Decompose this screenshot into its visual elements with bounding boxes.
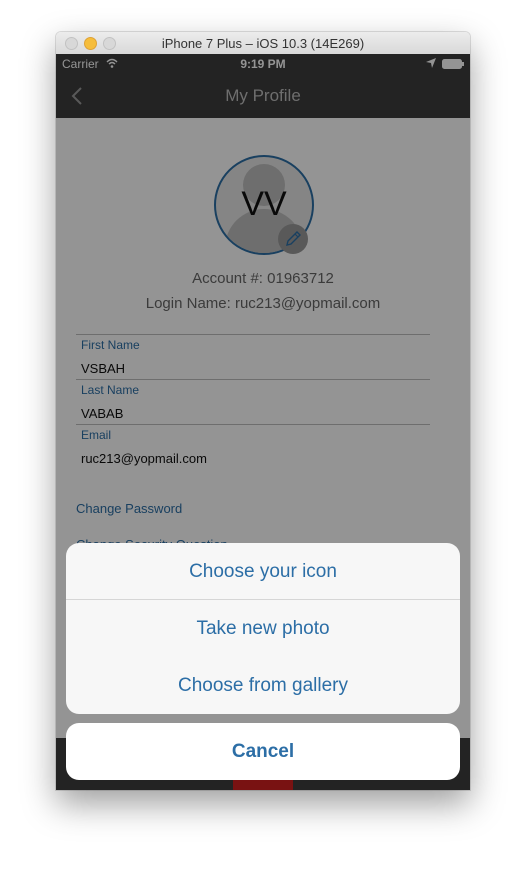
choose-from-gallery-button[interactable]: Choose from gallery — [66, 657, 460, 714]
action-sheet: Choose your icon Take new photo Choose f… — [66, 543, 460, 714]
simulator-window: iPhone 7 Plus – iOS 10.3 (14E269) Carrie… — [56, 32, 470, 790]
cancel-button[interactable]: Cancel — [66, 723, 460, 780]
window-title: iPhone 7 Plus – iOS 10.3 (14E269) — [161, 36, 365, 51]
take-new-photo-button[interactable]: Take new photo — [66, 600, 460, 657]
window-titlebar: iPhone 7 Plus – iOS 10.3 (14E269) — [56, 32, 470, 55]
device-screen: Carrier 9:19 PM My Profile VV Account #:… — [56, 54, 470, 790]
action-sheet-title: Choose your icon — [189, 561, 337, 582]
